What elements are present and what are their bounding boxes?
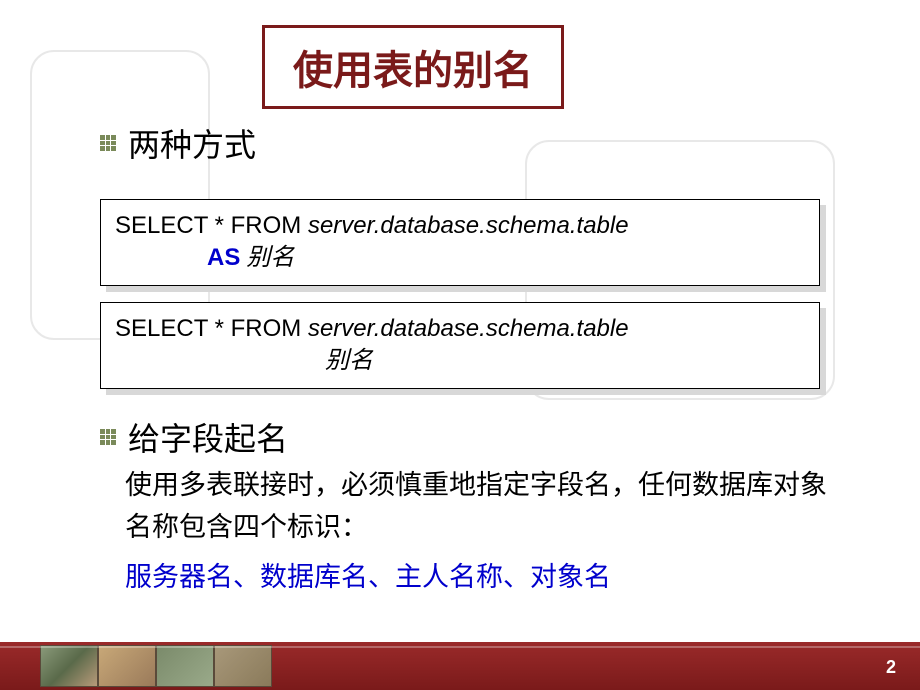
slide-title: 使用表的别名 <box>293 49 533 93</box>
footer-thumbnail <box>156 645 214 687</box>
description-text: 使用多表联接时，必须慎重地指定字段名，任何数据库对象名称包含四个标识： <box>125 465 845 549</box>
sql-select-from: SELECT * FROM <box>115 212 308 239</box>
page-number: 2 <box>886 657 896 678</box>
sql-path: server.database.schema.table <box>308 212 629 239</box>
identifiers-list: 服务器名、数据库名、主人名称、对象名 <box>125 555 611 594</box>
sql-select-from: SELECT * FROM <box>115 315 308 342</box>
sql-path: server.database.schema.table <box>308 315 629 342</box>
bullet-item-2: 给字段起名 <box>100 414 288 460</box>
bullet-grid-icon <box>100 135 116 151</box>
background-decoration-left <box>30 50 210 340</box>
sql-keyword-as: AS <box>207 244 240 271</box>
bullet-grid-icon <box>100 429 116 445</box>
footer-thumbnail <box>40 645 98 687</box>
sql-alias: 别名 <box>325 348 373 374</box>
slide-title-box: 使用表的别名 <box>262 25 564 109</box>
code-example-2: SELECT * FROM server.database.schema.tab… <box>100 302 820 389</box>
code-example-1: SELECT * FROM server.database.schema.tab… <box>100 199 820 286</box>
footer-thumbnail <box>214 645 272 687</box>
slide-footer: 2 <box>0 642 920 690</box>
bullet-text-1: 两种方式 <box>128 120 256 166</box>
footer-thumbnail <box>98 645 156 687</box>
bullet-item-1: 两种方式 <box>100 120 256 166</box>
footer-thumbnails <box>40 642 272 690</box>
bullet-text-2: 给字段起名 <box>128 414 288 460</box>
sql-alias: 别名 <box>240 245 294 271</box>
